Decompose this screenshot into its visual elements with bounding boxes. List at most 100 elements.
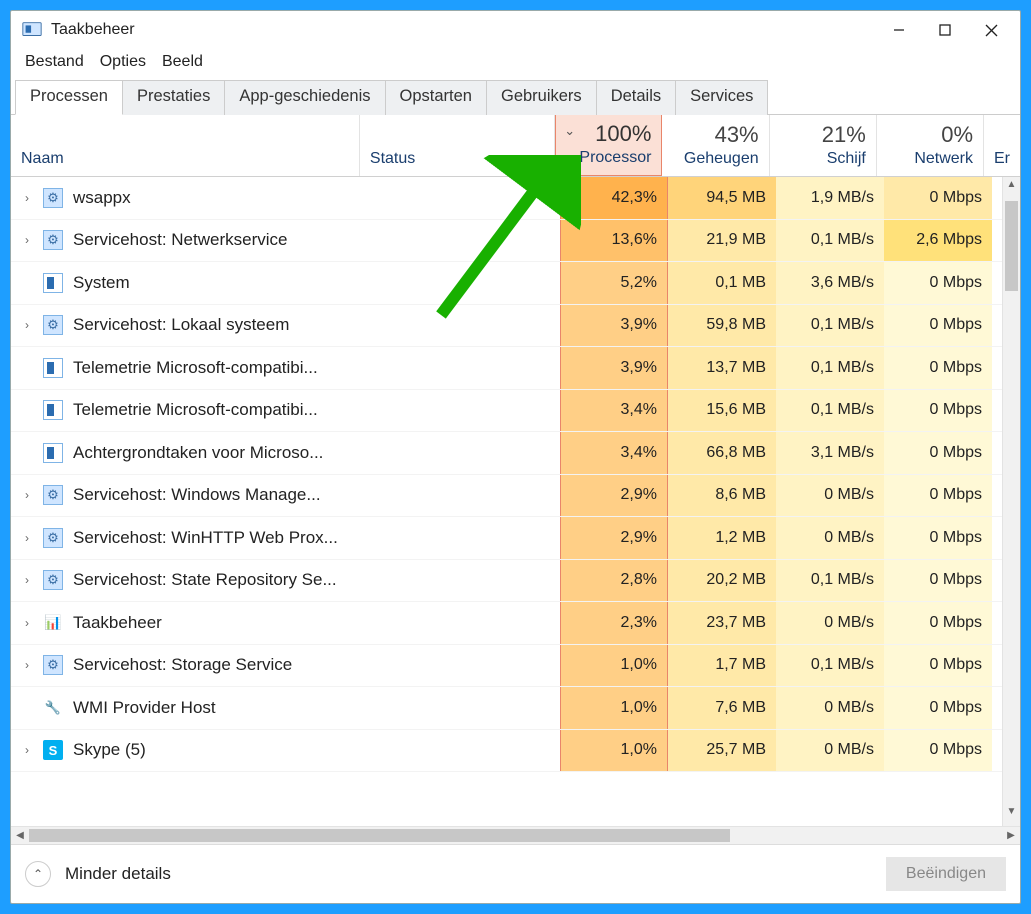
disk-cell: 0 MB/s — [776, 730, 884, 772]
cpu-cell: 1,0% — [560, 687, 668, 729]
table-row[interactable]: Achtergrondtaken voor Microso...3,4%66,8… — [11, 432, 1020, 475]
table-row[interactable]: Telemetrie Microsoft-compatibi...3,4%15,… — [11, 390, 1020, 433]
tab-details[interactable]: Details — [597, 80, 676, 115]
tab-users[interactable]: Gebruikers — [487, 80, 597, 115]
cpu-cell: 2,3% — [560, 602, 668, 644]
expand-chevron-icon[interactable]: › — [17, 573, 37, 587]
tab-history[interactable]: App-geschiedenis — [225, 80, 385, 115]
scroll-left-icon[interactable]: ◀ — [11, 830, 29, 841]
end-task-button[interactable]: Beëindigen — [886, 857, 1006, 891]
table-row[interactable]: ›Servicehost: Netwerkservice13,6%21,9 MB… — [11, 220, 1020, 263]
scroll-thumb[interactable] — [1005, 201, 1018, 291]
process-name: Servicehost: WinHTTP Web Prox... — [73, 528, 338, 548]
vertical-scrollbar[interactable]: ▲ ▼ — [1002, 177, 1020, 826]
tab-processes[interactable]: Processen — [15, 80, 123, 115]
table-row[interactable]: ›Servicehost: Windows Manage...2,9%8,6 M… — [11, 475, 1020, 518]
process-name: Servicehost: Storage Service — [73, 655, 292, 675]
cpu-cell: 3,4% — [560, 390, 668, 432]
expand-chevron-icon[interactable]: › — [17, 191, 37, 205]
scroll-right-icon[interactable]: ▶ — [1002, 830, 1020, 841]
process-name: Taakbeheer — [73, 613, 162, 633]
table-row[interactable]: ›wsappx42,3%94,5 MB1,9 MB/s0 Mbps — [11, 177, 1020, 220]
close-button[interactable] — [968, 14, 1014, 46]
disk-cell: 0,1 MB/s — [776, 390, 884, 432]
col-name[interactable]: Naam — [11, 115, 360, 176]
minimize-button[interactable] — [876, 14, 922, 46]
net-cell: 0 Mbps — [884, 347, 992, 389]
table-row[interactable]: System5,2%0,1 MB3,6 MB/s0 Mbps — [11, 262, 1020, 305]
window-title: Taakbeheer — [51, 21, 135, 39]
expand-chevron-icon[interactable]: › — [17, 743, 37, 757]
process-icon — [43, 528, 63, 548]
process-name: Skype (5) — [73, 740, 146, 760]
scroll-down-icon[interactable]: ▼ — [1003, 806, 1020, 824]
status-cell — [363, 432, 560, 474]
disk-cell: 0 MB/s — [776, 517, 884, 559]
expand-chevron-icon[interactable]: › — [17, 531, 37, 545]
menu-view[interactable]: Beeld — [156, 51, 209, 73]
disk-cell: 0,1 MB/s — [776, 347, 884, 389]
net-cell: 0 Mbps — [884, 390, 992, 432]
table-row[interactable]: ›Servicehost: Storage Service1,0%1,7 MB0… — [11, 645, 1020, 688]
maximize-button[interactable] — [922, 14, 968, 46]
status-cell — [363, 347, 560, 389]
mem-usage-total: 43% — [715, 122, 759, 148]
net-cell: 0 Mbps — [884, 687, 992, 729]
process-name: Servicehost: Windows Manage... — [73, 485, 321, 505]
col-name-label: Naam — [21, 150, 349, 168]
tab-startup[interactable]: Opstarten — [386, 80, 487, 115]
col-memory[interactable]: 43% Geheugen — [662, 115, 769, 176]
expand-chevron-icon[interactable]: › — [17, 233, 37, 247]
table-row[interactable]: Telemetrie Microsoft-compatibi...3,9%13,… — [11, 347, 1020, 390]
status-cell — [363, 220, 560, 262]
process-icon — [43, 443, 63, 463]
fewer-details-toggle[interactable]: ⌃ — [25, 861, 51, 887]
net-cell: 0 Mbps — [884, 645, 992, 687]
col-status-label: Status — [370, 150, 544, 168]
cpu-cell: 3,9% — [560, 305, 668, 347]
scroll-up-icon[interactable]: ▲ — [1003, 179, 1020, 197]
table-row[interactable]: ›Skype (5)1,0%25,7 MB0 MB/s0 Mbps — [11, 730, 1020, 773]
table-row[interactable]: ›Servicehost: WinHTTP Web Prox...2,9%1,2… — [11, 517, 1020, 560]
horizontal-scrollbar[interactable]: ◀ ▶ — [11, 826, 1020, 844]
table-row[interactable]: ›Servicehost: State Repository Se...2,8%… — [11, 560, 1020, 603]
col-network[interactable]: 0% Netwerk — [877, 115, 984, 176]
disk-cell: 0,1 MB/s — [776, 220, 884, 262]
fewer-details-label[interactable]: Minder details — [65, 864, 171, 884]
expand-chevron-icon[interactable]: › — [17, 616, 37, 630]
process-name-cell: › Servicehost: Storage Service — [11, 645, 363, 687]
disk-cell: 0,1 MB/s — [776, 305, 884, 347]
expand-chevron-icon[interactable]: › — [17, 318, 37, 332]
expand-chevron-icon[interactable]: › — [17, 658, 37, 672]
cpu-usage-total: 100% — [595, 121, 651, 147]
status-cell — [363, 475, 560, 517]
net-usage-total: 0% — [941, 122, 973, 148]
col-disk[interactable]: 21% Schijf — [770, 115, 877, 176]
status-cell — [363, 305, 560, 347]
mem-cell: 94,5 MB — [668, 177, 776, 219]
process-name-cell: › Servicehost: Windows Manage... — [11, 475, 363, 517]
mem-cell: 59,8 MB — [668, 305, 776, 347]
menu-file[interactable]: Bestand — [19, 51, 90, 73]
hscroll-thumb[interactable] — [29, 829, 730, 842]
sort-chevron-icon: ⌄ — [564, 123, 575, 139]
process-name-cell: › Servicehost: WinHTTP Web Prox... — [11, 517, 363, 559]
tab-performance[interactable]: Prestaties — [123, 80, 225, 115]
col-extra[interactable]: Er — [984, 115, 1020, 176]
net-cell: 0 Mbps — [884, 475, 992, 517]
col-status[interactable]: Status — [360, 115, 555, 176]
table-row[interactable]: WMI Provider Host1,0%7,6 MB0 MB/s0 Mbps — [11, 687, 1020, 730]
tab-services[interactable]: Services — [676, 80, 768, 115]
process-table: Naam Status ⌄ 100% Processor 43% Geheuge… — [11, 115, 1020, 844]
expand-chevron-icon[interactable]: › — [17, 488, 37, 502]
net-cell: 0 Mbps — [884, 177, 992, 219]
disk-cell: 3,1 MB/s — [776, 432, 884, 474]
table-row[interactable]: ›Taakbeheer2,3%23,7 MB0 MB/s0 Mbps — [11, 602, 1020, 645]
mem-cell: 25,7 MB — [668, 730, 776, 772]
table-row[interactable]: ›Servicehost: Lokaal systeem3,9%59,8 MB0… — [11, 305, 1020, 348]
process-icon — [43, 570, 63, 590]
col-cpu[interactable]: ⌄ 100% Processor — [555, 115, 662, 176]
menu-options[interactable]: Opties — [94, 51, 152, 73]
process-name-cell: ›Servicehost: Netwerkservice — [11, 220, 363, 262]
mem-cell: 1,2 MB — [668, 517, 776, 559]
